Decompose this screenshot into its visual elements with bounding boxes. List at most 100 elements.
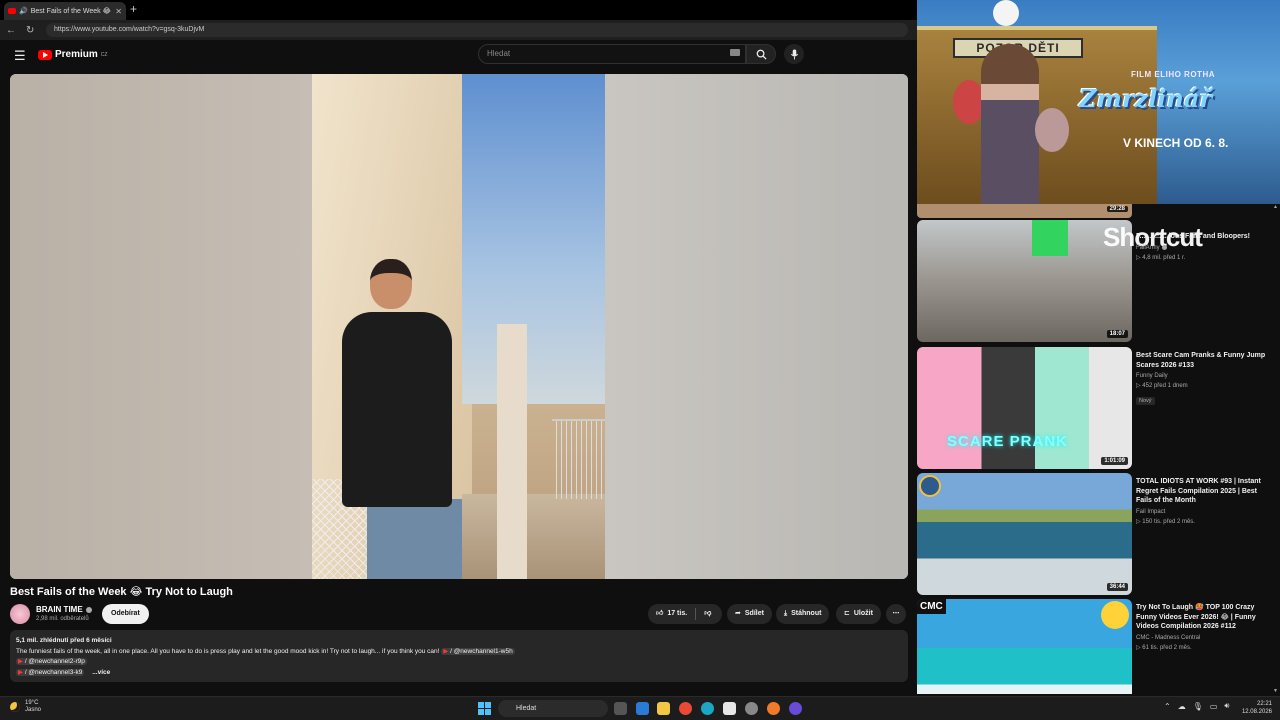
tab-title: Best Fails of the Week 😂 Try N bbox=[30, 8, 113, 15]
edge-icon[interactable] bbox=[701, 702, 714, 715]
search-input[interactable]: Hledat bbox=[478, 44, 746, 64]
thumbs-up-icon[interactable]: 👍︎ bbox=[656, 604, 663, 624]
channel-logo-icon bbox=[919, 475, 941, 497]
download-label: Stáhnout bbox=[791, 610, 822, 617]
firefox-icon[interactable] bbox=[767, 702, 780, 715]
youtube-header: ☰ Premium CZ Hledat bbox=[0, 40, 917, 72]
back-arrow-icon[interactable]: ← bbox=[6, 25, 16, 36]
temperature: 19°C bbox=[25, 700, 39, 706]
keyboard-icon[interactable] bbox=[730, 49, 740, 56]
reload-icon[interactable]: ↻ bbox=[26, 25, 34, 36]
video-title[interactable]: Try Not To Laugh 🥵 TOP 100 Crazy Funny V… bbox=[1136, 603, 1271, 632]
video-thumbnail[interactable]: SCARE PRANK 1:01:09 bbox=[917, 347, 1132, 469]
youtube-premium-logo[interactable]: Premium CZ bbox=[38, 49, 107, 60]
chrome-icon[interactable] bbox=[679, 702, 692, 715]
channel-name[interactable]: BRAIN TIME bbox=[36, 605, 92, 614]
partial-thumbnail[interactable]: 29:28 bbox=[917, 204, 1132, 218]
like-dislike-group: 👍︎ 17 tis. 👎︎ bbox=[648, 604, 722, 624]
channel-name[interactable]: Fail Impact bbox=[1136, 509, 1165, 515]
channel-link-3[interactable]: ▶ / @newchannel3-k9 bbox=[16, 668, 85, 676]
taskbar-search[interactable]: Hledat bbox=[498, 700, 608, 717]
weather-widget[interactable]: 19°C Jasno bbox=[10, 700, 41, 714]
ad-mascot-image bbox=[993, 0, 1019, 26]
download-icon: ⤓ bbox=[784, 610, 788, 617]
channel-link-3-text: / @newchannel3-k9 bbox=[24, 668, 83, 676]
bookmark-icon: ⊏ bbox=[844, 610, 850, 617]
more-actions-button[interactable]: ⋯ bbox=[886, 604, 906, 624]
hamburger-menu-icon[interactable]: ☰ bbox=[14, 48, 26, 64]
microsoft-store-icon[interactable] bbox=[723, 702, 736, 715]
channel-link-2[interactable]: ▶ / @newchannel2-r9p bbox=[16, 658, 87, 665]
video-thumbnail[interactable]: 18:07 bbox=[917, 220, 1132, 342]
download-button[interactable]: ⤓ Stáhnout bbox=[776, 604, 830, 624]
video-thumbnail[interactable]: CMC bbox=[917, 599, 1132, 694]
windows-start-icon[interactable] bbox=[478, 702, 491, 715]
channel-name-text: BRAIN TIME bbox=[36, 605, 83, 614]
recommendation-item[interactable]: SCARE PRANK 1:01:09 Best Scare Cam Prank… bbox=[917, 347, 1280, 469]
search-button[interactable] bbox=[746, 44, 776, 64]
cloud-icon[interactable]: ☁ bbox=[1178, 702, 1186, 711]
ad-banner[interactable]: POZOR DĚTI FILM ELIHO ROTHA Zmrzlinář V … bbox=[917, 0, 1280, 204]
address-bar[interactable]: https://www.youtube.com/watch?v=gsq-3kuD… bbox=[46, 23, 908, 37]
scrollbar[interactable]: ▲ ▼ bbox=[1273, 204, 1278, 694]
video-title[interactable]: F... ... ... ...lous Fails and Bloopers! bbox=[1136, 232, 1271, 242]
subscribe-button[interactable]: Odebírat bbox=[102, 604, 149, 624]
speaker-icon[interactable]: 🔊 bbox=[19, 7, 28, 15]
youtube-link-icon: ▶ bbox=[18, 668, 23, 676]
video-player[interactable] bbox=[10, 74, 908, 579]
scroll-down-icon[interactable]: ▼ bbox=[1273, 688, 1278, 694]
clock[interactable]: 22:21 12.08.2026 bbox=[1238, 700, 1272, 716]
ad-girl-image bbox=[981, 44, 1039, 204]
channel-name[interactable]: FailArmy bbox=[1136, 245, 1160, 251]
scroll-up-icon[interactable]: ▲ bbox=[1273, 204, 1278, 210]
recommendation-item[interactable]: 36:44 TOTAL IDIOTS AT WORK #93 | Instant… bbox=[917, 473, 1280, 595]
messenger-icon[interactable] bbox=[789, 702, 802, 715]
task-view-icon[interactable] bbox=[614, 702, 627, 715]
video-duration: 36:44 bbox=[1106, 583, 1128, 591]
save-label: Uložit bbox=[853, 610, 873, 617]
recommendation-item[interactable]: CMC Try Not To Laugh 🥵 TOP 100 Crazy Fun… bbox=[917, 599, 1280, 694]
new-badge: Nový bbox=[1136, 397, 1155, 405]
logo-text: Premium bbox=[55, 49, 98, 60]
video-views-age: ▷ 61 tis. před 2 měs. bbox=[1136, 644, 1192, 651]
channel-name[interactable]: Funny Daily bbox=[1136, 373, 1168, 379]
close-tab-icon[interactable]: ✕ bbox=[115, 7, 122, 16]
new-tab-button[interactable]: + bbox=[130, 2, 137, 16]
thumbs-down-icon[interactable]: 👎︎ bbox=[704, 604, 711, 624]
video-duration: 29:28 bbox=[1106, 206, 1128, 212]
file-explorer-icon[interactable] bbox=[657, 702, 670, 715]
recommendation-item[interactable]: 18:07 Shortcut F... ... ... ...lous Fail… bbox=[917, 220, 1280, 342]
settings-icon[interactable] bbox=[745, 702, 758, 715]
clock-date: 12.08.2026 bbox=[1241, 709, 1272, 715]
like-count[interactable]: 17 tis. bbox=[667, 604, 687, 624]
description-box[interactable]: 5,1 mil. zhlédnutí před 6 měsíci The fun… bbox=[10, 630, 908, 682]
channel-name[interactable]: CMC - Madness Central bbox=[1136, 635, 1200, 641]
video-views-age: ▷ 452 před 1 dnem bbox=[1136, 383, 1188, 389]
show-more-link[interactable]: ...více bbox=[92, 669, 110, 676]
microphone-tray-icon[interactable]: 🎙︎ bbox=[1193, 702, 1203, 711]
channel-link-1[interactable]: ▶ / @newchannel1-w5h bbox=[441, 647, 515, 655]
taskbar-search-text: Hledat bbox=[516, 705, 537, 712]
player-blur-left bbox=[10, 74, 312, 579]
share-button[interactable]: ➦ Sdílet bbox=[727, 604, 772, 624]
voice-search-button[interactable] bbox=[784, 44, 804, 64]
verified-icon bbox=[85, 606, 92, 613]
cmc-logo-text: CMC bbox=[917, 599, 946, 614]
logo-region: CZ bbox=[100, 51, 108, 58]
video-title[interactable]: Best Scare Cam Pranks & Funny Jump Scare… bbox=[1136, 351, 1271, 370]
chevron-up-icon[interactable]: ⌃ bbox=[1164, 702, 1171, 711]
weather-condition: Jasno bbox=[25, 707, 42, 713]
ad-doll-image bbox=[1035, 108, 1069, 152]
browser-tab[interactable]: 🔊 Best Fails of the Week 😂 Try N ✕ bbox=[4, 2, 126, 20]
video-thumbnail[interactable]: 36:44 bbox=[917, 473, 1132, 595]
video-title[interactable]: TOTAL IDIOTS AT WORK #93 | Instant Regre… bbox=[1136, 477, 1271, 506]
save-button[interactable]: ⊏ Uložit bbox=[836, 604, 881, 624]
volume-icon[interactable]: 🔊︎ bbox=[1224, 701, 1229, 711]
mail-app-icon[interactable] bbox=[636, 702, 649, 715]
youtube-link-icon: ▶ bbox=[18, 658, 23, 665]
channel-avatar[interactable] bbox=[10, 604, 30, 624]
video-frame bbox=[312, 74, 605, 579]
share-label: Sdílet bbox=[744, 610, 764, 617]
network-icon[interactable]: ▭ bbox=[1210, 702, 1218, 711]
description-text: The funniest fails of the week, all in o… bbox=[16, 647, 442, 655]
